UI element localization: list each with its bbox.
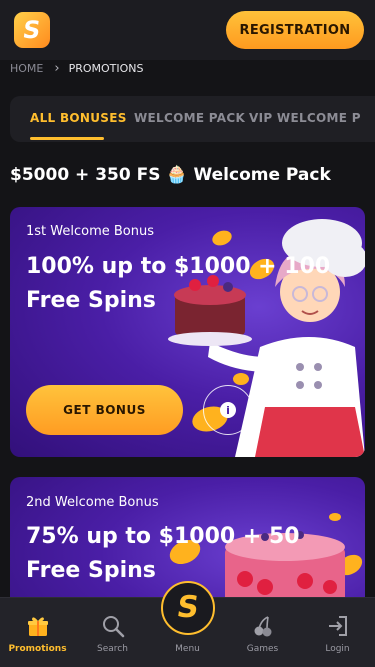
nav-label: Menu — [175, 644, 200, 654]
welcome-pack-title: $5000 + 350 FS 🧁 Welcome Pack — [10, 165, 331, 185]
nav-label: Search — [97, 644, 128, 654]
search-icon — [99, 612, 127, 640]
info-button[interactable]: i — [203, 385, 253, 435]
nav-promotions[interactable]: Promotions — [0, 598, 75, 667]
breadcrumb-current: PROMOTIONS — [68, 61, 144, 75]
breadcrumb-home[interactable]: HOME — [10, 62, 43, 75]
nav-search[interactable]: Search — [75, 598, 150, 667]
top-bar: S REGISTRATION — [0, 0, 375, 60]
bonus-card-1: 1st Welcome Bonus 100% up to $1000 + 100… — [10, 207, 365, 457]
cherries-icon — [249, 612, 277, 640]
login-icon — [324, 612, 352, 640]
registration-button[interactable]: REGISTRATION — [226, 11, 364, 49]
bonus-label: 1st Welcome Bonus — [26, 224, 154, 239]
tab-all-bonuses[interactable]: ALL BONUSES — [30, 111, 127, 125]
nav-login[interactable]: Login — [300, 598, 375, 667]
nav-games[interactable]: Games — [225, 598, 300, 667]
nav-label: Games — [246, 644, 279, 654]
bonus-headline: 75% up to $1000 + 50 Free Spins — [26, 524, 300, 583]
tab-welcome-pack[interactable]: WELCOME PACK — [134, 111, 245, 125]
menu-button[interactable]: S — [161, 581, 215, 635]
info-icon: i — [220, 402, 236, 418]
chevron-right-icon: › — [54, 60, 60, 76]
get-bonus-button[interactable]: GET BONUS — [26, 385, 183, 435]
active-tab-indicator — [30, 137, 104, 140]
gift-icon — [24, 612, 52, 640]
brand-logo[interactable]: S — [14, 12, 50, 48]
bonus-tabs: ALL BONUSES WELCOME PACK VIP WELCOME P — [10, 96, 375, 142]
breadcrumb: HOME › PROMOTIONS — [10, 60, 144, 76]
bonus-headline: 100% up to $1000 + 100 Free Spins — [26, 254, 331, 313]
tab-vip-welcome[interactable]: VIP WELCOME P — [249, 111, 361, 125]
brand-s-icon: S — [174, 590, 202, 625]
bonus-label: 2nd Welcome Bonus — [26, 495, 159, 510]
nav-label: Login — [325, 644, 350, 654]
nav-label: Promotions — [8, 644, 67, 654]
brand-s-icon: S — [21, 16, 43, 44]
